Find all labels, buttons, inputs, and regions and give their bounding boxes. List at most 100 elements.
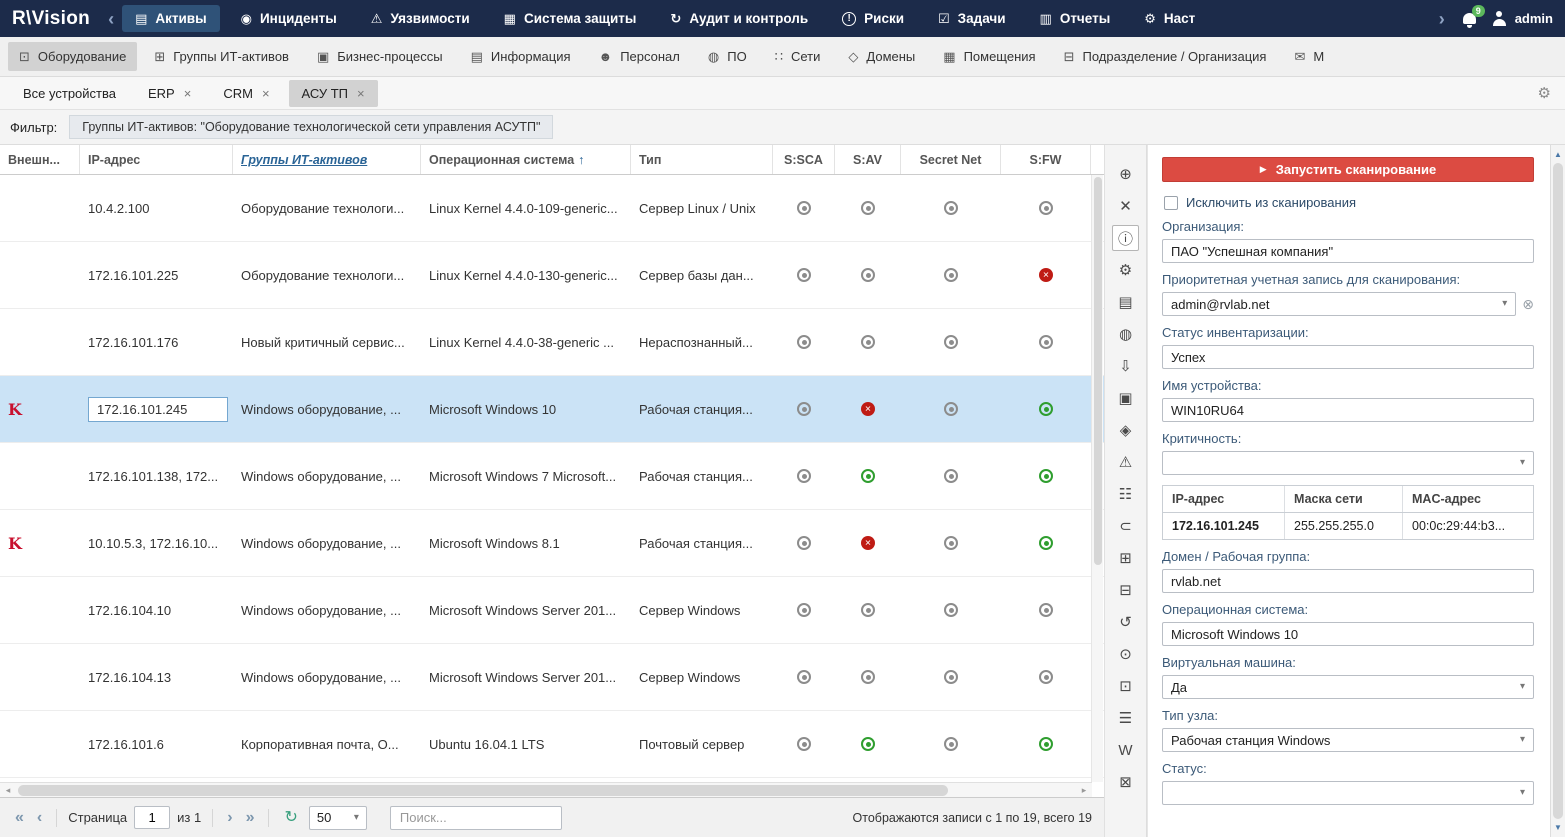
horizontal-scroll-thumb[interactable] [18,785,948,796]
gear-icon[interactable]: ⚙ [1112,257,1139,283]
status-input[interactable] [1171,782,1520,804]
node-type-input[interactable] [1171,729,1520,751]
tab-organization[interactable]: ⊟ Подразделение / Организация [1053,42,1278,71]
copy-icon[interactable]: ⊞ [1112,545,1139,571]
tab-information[interactable]: ▤ Информация [460,42,582,71]
scroll-left-icon[interactable]: ◂ [0,783,16,798]
prev-page-button[interactable]: ‹ [34,809,45,826]
globe-icon[interactable]: ◍ [1112,321,1139,347]
domain-input[interactable] [1171,570,1525,592]
panel-scroll-thumb[interactable] [1553,163,1563,819]
notifications-button[interactable]: 9 [1462,5,1485,24]
info-icon[interactable]: ⓘ [1112,225,1139,251]
table-row[interactable]: 172.16.101.245 Windows оборудование, ...… [0,376,1104,443]
inventory-status-input[interactable] [1171,346,1525,368]
close-tab-icon[interactable]: × [357,87,365,100]
start-scan-button[interactable]: ▶ Запустить сканирование [1162,157,1534,182]
column-header-secret-net[interactable]: Secret Net [901,145,1001,174]
table-row[interactable]: 172.16.104.10 Windows оборудование, ... … [0,577,1104,644]
table-row[interactable]: 172.16.101.176 Новый критичный сервис...… [0,309,1104,376]
tab-more[interactable]: ✉ М [1283,42,1335,71]
column-header-it-asset-groups[interactable]: Группы ИТ-активов [233,145,421,174]
shield-icon[interactable]: ◈ [1112,417,1139,443]
nav-item-settings[interactable]: ⚙ Наст [1131,5,1208,32]
details-view-icon[interactable]: ▤ [1112,289,1139,315]
scan-account-input[interactable] [1171,293,1503,315]
chevron-down-icon[interactable]: ▾ [1520,458,1525,468]
column-header-type[interactable]: Тип [631,145,773,174]
inventory-list-icon[interactable]: ☷ [1112,481,1139,507]
page-number-input[interactable] [134,806,171,829]
chevron-down-icon[interactable]: ▾ [1520,735,1525,745]
zoom-icon[interactable]: ⊕ [1112,161,1139,187]
monitor-icon[interactable]: ⊡ [1112,673,1139,699]
download-icon[interactable]: ⇩ [1112,353,1139,379]
table-scroll-thumb[interactable] [1094,177,1102,566]
refresh-icon[interactable]: ↻ [284,809,297,826]
scroll-up-icon[interactable]: ▲ [1551,147,1565,162]
nav-more-icon[interactable]: › [1439,10,1445,28]
nav-item-protection-system[interactable]: ▦ Система защиты [491,5,650,32]
column-header-s-sca[interactable]: S:SCA [773,145,835,174]
ip-table-row[interactable]: 172.16.101.245 255.255.255.0 00:0c:29:44… [1163,513,1533,539]
tab-equipment[interactable]: ⊡ Оборудование [8,42,138,71]
table-vertical-scrollbar[interactable] [1091,175,1103,782]
criticality-select[interactable]: ▾ [1162,451,1534,475]
clipboard-icon[interactable]: ⊟ [1112,577,1139,603]
device-tab-all[interactable]: Все устройства × [10,80,129,107]
virtual-machine-input[interactable] [1171,676,1520,698]
nav-item-audit[interactable]: ↻ Аудит и контроль [657,5,821,32]
close-tab-icon[interactable]: × [262,87,270,100]
column-header-os[interactable]: Операционная система ↑ [421,145,631,174]
scroll-down-icon[interactable]: ▼ [1551,820,1565,835]
clear-account-icon[interactable]: ⊗ [1522,297,1534,311]
device-tab-crm[interactable]: CRM × [210,80,282,107]
scan-account-select[interactable]: ▾ [1162,292,1517,316]
warning-icon[interactable]: ⚠ [1112,449,1139,475]
tabs-settings-gear-icon[interactable]: ⚙ [1538,84,1551,102]
node-type-select[interactable]: ▾ [1162,728,1534,752]
organization-input[interactable] [1171,240,1525,262]
table-search-input[interactable] [389,805,562,830]
page-size-select[interactable]: 50 ▾ [308,805,367,830]
nav-item-vulnerabilities[interactable]: ⚠ Уязвимости [358,5,483,32]
column-header-s-av[interactable]: S:AV [835,145,901,174]
exclude-from-scan-checkbox[interactable]: Исключить из сканирования [1164,195,1532,210]
word-export-icon[interactable]: W [1112,737,1139,763]
device-tab-erp[interactable]: ERP × [135,80,204,107]
last-page-button[interactable]: » [243,809,258,826]
nav-item-tasks[interactable]: ☑ Задачи [925,5,1019,32]
export-icon[interactable]: ⊠ [1112,769,1139,795]
history-icon[interactable]: ↺ [1112,609,1139,635]
chevron-down-icon[interactable]: ▾ [1520,788,1525,798]
column-header-ip[interactable]: IP-адрес [80,145,233,174]
tab-networks[interactable]: ∷ Сети [764,42,832,71]
table-row[interactable]: 172.16.101.6 Корпоративная почта, О... U… [0,711,1104,778]
tab-personnel[interactable]: ☻ Персонал [588,42,691,71]
close-tab-icon[interactable]: × [184,87,192,100]
user-menu[interactable]: admin [1492,11,1553,26]
column-header-external[interactable]: Внешн... [0,145,80,174]
tab-domains[interactable]: ◇ Домены [837,42,926,71]
status-select[interactable]: ▾ [1162,781,1534,805]
horizontal-scrollbar[interactable]: ◂ ▸ [0,782,1092,797]
scan-search-icon[interactable]: ⊙ [1112,641,1139,667]
tab-rooms[interactable]: ▦ Помещения [932,42,1046,71]
chevron-down-icon[interactable]: ▾ [1520,682,1525,692]
nav-item-reports[interactable]: ▥ Отчеты [1027,5,1124,32]
attachment-icon[interactable]: ⊂ [1112,513,1139,539]
table-row[interactable]: 10.10.5.3, 172.16.10... Windows оборудов… [0,510,1104,577]
tab-software[interactable]: ◍ ПО [697,42,758,71]
menu-icon[interactable]: ☰ [1112,705,1139,731]
chevron-down-icon[interactable]: ▾ [1502,299,1507,309]
close-icon[interactable]: ✕ [1112,193,1139,219]
first-page-button[interactable]: « [12,809,27,826]
device-name-input[interactable] [1171,399,1525,421]
panel-scrollbar[interactable]: ▲ ▼ [1550,145,1565,837]
filter-chip[interactable]: Группы ИТ-активов: "Оборудование техноло… [69,115,554,139]
criticality-input[interactable] [1171,452,1520,474]
nav-item-risks[interactable]: ! Риски [829,5,917,32]
table-row[interactable]: 10.4.2.100 Оборудование технологи... Lin… [0,175,1104,242]
next-page-button[interactable]: › [224,809,235,826]
nav-collapse-icon[interactable]: ‹ [108,10,114,28]
